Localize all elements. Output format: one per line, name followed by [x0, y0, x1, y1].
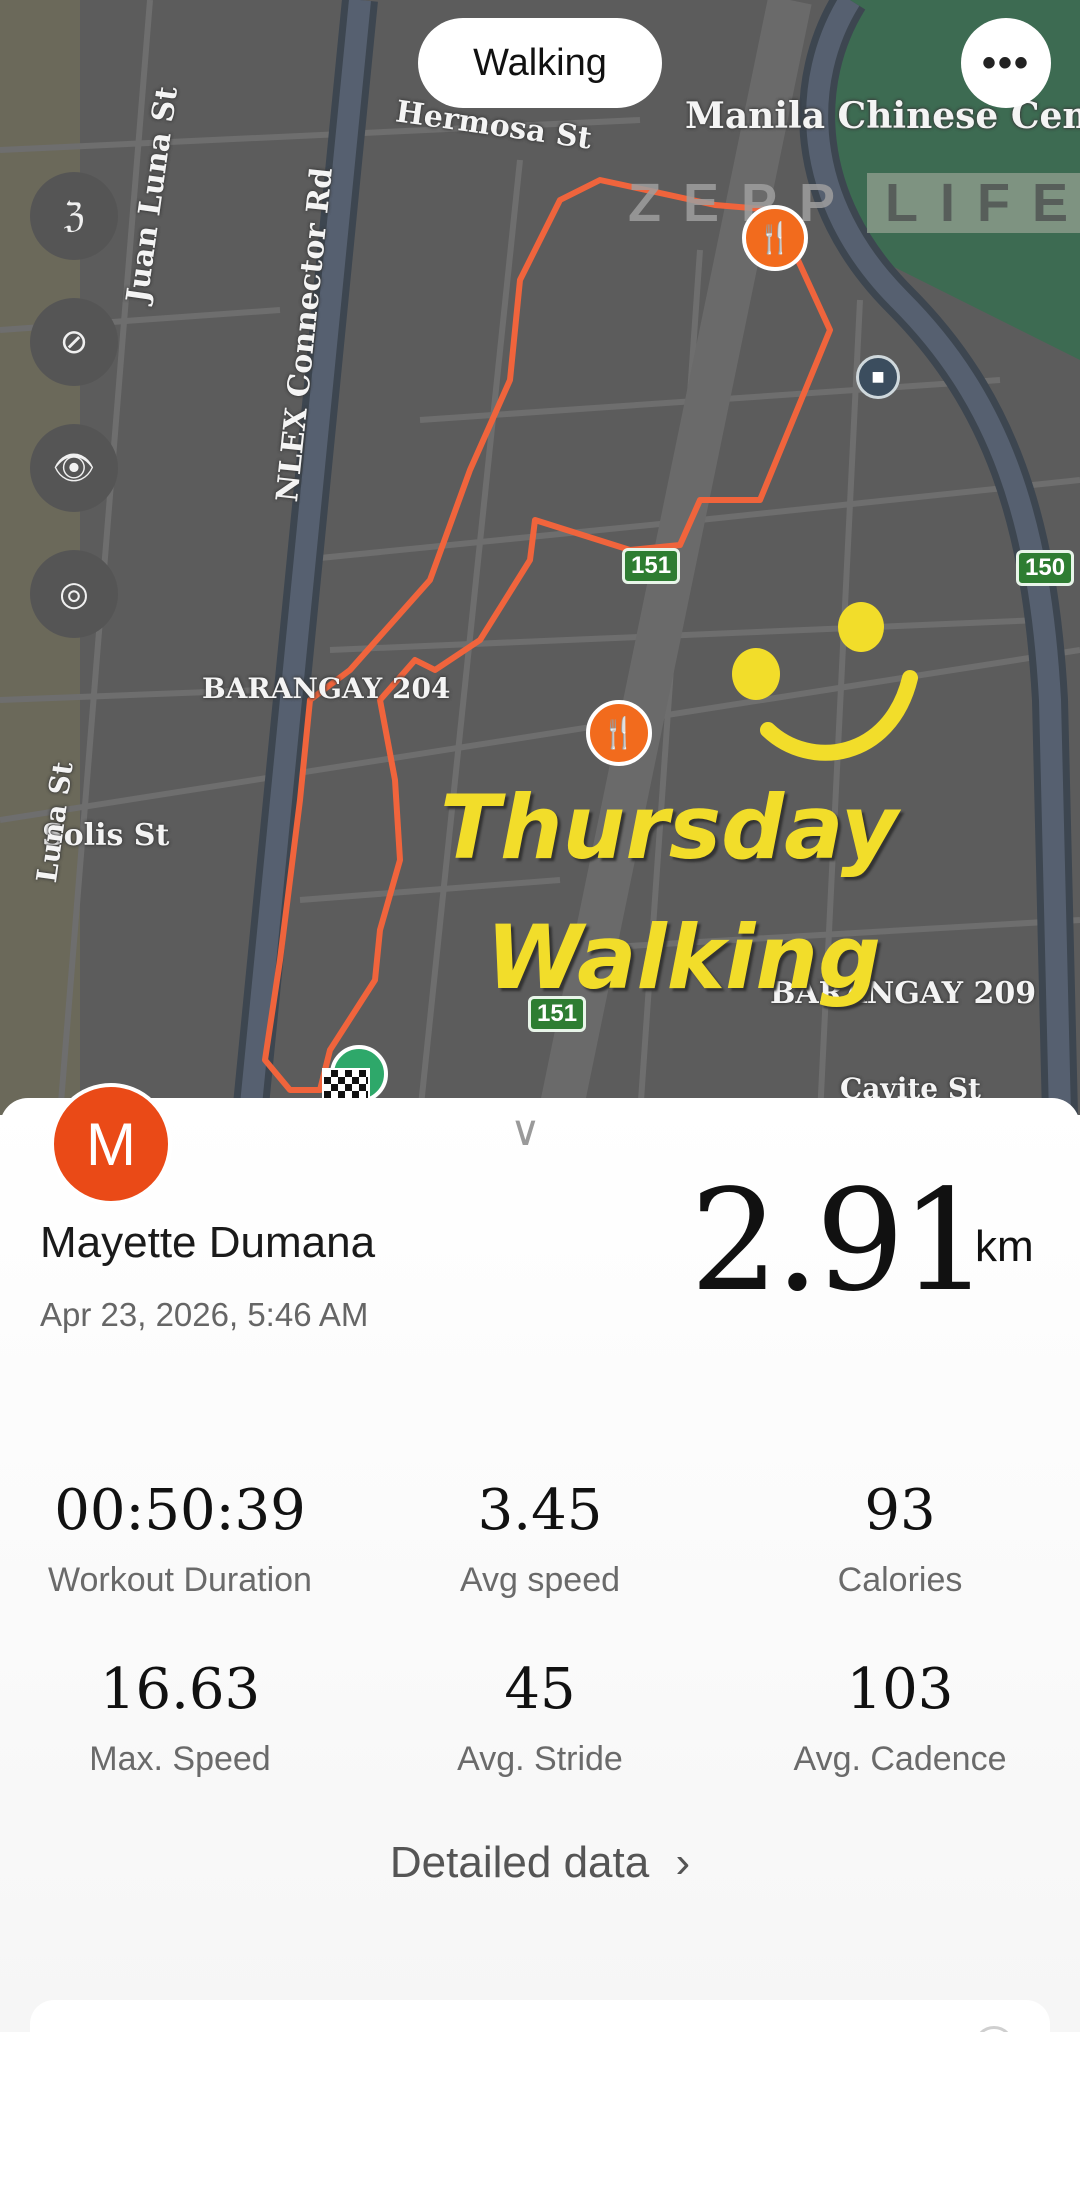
- activity-type-pill[interactable]: Walking: [418, 18, 662, 108]
- stat-avg-speed: 3.45 Avg speed: [360, 1478, 720, 1600]
- stat-value: 00:50:39: [54, 1478, 306, 1543]
- stat-value: 16.63: [99, 1657, 261, 1722]
- stat-label: Avg. Cadence: [793, 1740, 1007, 1778]
- restaurant-pin-icon[interactable]: 🍴: [742, 205, 808, 271]
- detailed-data-label: Detailed data: [389, 1838, 650, 1887]
- route-shield-151: 151: [622, 548, 681, 584]
- distance-value: 2.91: [690, 1160, 990, 1323]
- smiley-mouth-icon: [760, 670, 918, 761]
- zepp-life-watermark: ZEPP LIFE: [628, 172, 1080, 234]
- stat-value: 93: [864, 1478, 936, 1543]
- more-dots-icon[interactable]: •••: [961, 18, 1051, 108]
- stat-workout-duration: 00:50:39 Workout Duration: [0, 1478, 360, 1600]
- stat-label: Max. Speed: [89, 1740, 271, 1778]
- restaurant-pin-icon[interactable]: 🍴: [586, 700, 652, 766]
- user-name: Mayette Dumana: [40, 1218, 376, 1267]
- locate-icon[interactable]: ◎: [30, 550, 118, 638]
- km-unit-icon[interactable]: ℨ: [30, 172, 118, 260]
- eye-icon[interactable]: 👁: [30, 424, 118, 512]
- no-network-icon[interactable]: ⊘: [30, 298, 118, 386]
- chevron-down-icon[interactable]: ∨: [510, 1106, 541, 1155]
- stat-avg-cadence: 103 Avg. Cadence: [720, 1657, 1080, 1779]
- route-map[interactable]: Juan Luna St NLEX Connector Rd Hermosa S…: [0, 0, 1080, 1115]
- stat-value: 103: [846, 1657, 954, 1722]
- stat-value: 3.45: [477, 1478, 603, 1543]
- route-shield-150: 150: [1016, 550, 1075, 586]
- stat-label: Workout Duration: [48, 1561, 312, 1599]
- chevron-right-icon: ›: [675, 1838, 691, 1887]
- stat-label: Avg. Stride: [457, 1740, 623, 1778]
- transit-stop-icon[interactable]: ■: [856, 355, 900, 399]
- stat-calories: 93 Calories: [720, 1478, 1080, 1600]
- stat-value: 45: [504, 1657, 576, 1722]
- detailed-data-link[interactable]: Detailed data ›: [0, 1838, 1080, 1888]
- overlay-day-text: Thursday: [440, 776, 899, 879]
- stat-max-speed: 16.63 Max. Speed: [0, 1657, 360, 1779]
- stat-avg-stride: 45 Avg. Stride: [360, 1657, 720, 1779]
- overlay-activity-text: Walking: [486, 906, 881, 1009]
- stat-label: Avg speed: [459, 1561, 621, 1599]
- avatar[interactable]: M: [50, 1083, 172, 1205]
- distance-unit: km: [975, 1222, 1034, 1271]
- bottom-blank-area: [0, 2032, 1080, 2204]
- stat-label: Calories: [837, 1561, 963, 1599]
- workout-datetime: Apr 23, 2026, 5:46 AM: [40, 1296, 369, 1333]
- area-barangay-204: BARANGAY 204: [202, 672, 451, 705]
- smiley-eye-icon: [838, 602, 884, 652]
